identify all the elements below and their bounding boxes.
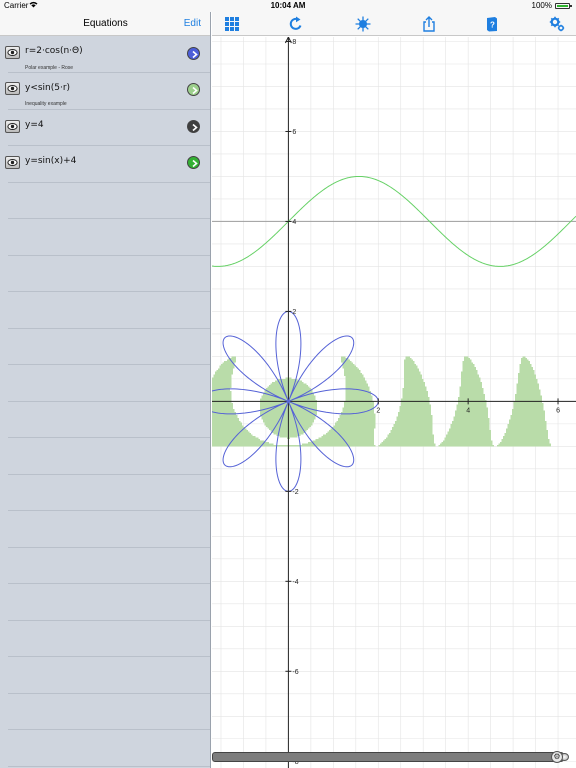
equation-subtitle: Inequality example — [25, 101, 67, 107]
list-divider — [8, 328, 210, 329]
list-divider — [8, 656, 210, 657]
y-tick-label: 8 — [292, 39, 296, 46]
equation-expression: y=sin(x)+4 — [25, 156, 77, 166]
equation-expression: y<sin(5·r) — [25, 83, 71, 93]
y-tick-label: 4 — [292, 219, 296, 226]
list-divider — [8, 255, 210, 256]
y-tick-label: -4 — [292, 579, 298, 586]
y-tick-label: -6 — [292, 669, 298, 676]
x-tick-label: 6 — [556, 407, 560, 414]
gear-icon[interactable]: ⚙ — [551, 751, 563, 763]
y-tick-label: -2 — [292, 489, 298, 496]
equations-header: Equations Edit — [0, 12, 210, 36]
list-divider — [8, 620, 210, 621]
clock: 10:04 AM — [270, 1, 306, 10]
equations-title: Equations — [83, 18, 128, 29]
zoom-fit-icon[interactable] — [355, 16, 371, 32]
equation-color-chevron-icon[interactable] — [187, 120, 200, 133]
graph-toolbar: ? — [212, 12, 576, 36]
equation-color-chevron-icon[interactable] — [187, 47, 200, 60]
list-divider — [8, 766, 210, 767]
list-divider — [8, 218, 210, 219]
equations-panel: Equations Edit r=2·cos(n·Θ) Polar exampl… — [0, 12, 211, 768]
eye-icon[interactable] — [5, 156, 20, 169]
equation-color-chevron-icon[interactable] — [187, 156, 200, 169]
eye-icon[interactable] — [5, 82, 20, 95]
parameter-slider[interactable] — [212, 752, 569, 762]
x-tick-label: 2 — [376, 407, 380, 414]
list-divider — [8, 729, 210, 730]
status-bar: Carrier 10:04 AM 100% — [0, 0, 576, 12]
x-tick-label: 4 — [466, 407, 470, 414]
equation-row-inequality[interactable]: y<sin(5·r) Inequality example — [0, 73, 210, 109]
graph-canvas[interactable]: 2 4 6 8 6 4 2 -2 -4 -6 -8 — [212, 37, 576, 768]
equation-row-line[interactable]: y=4 — [0, 109, 210, 145]
list-divider — [8, 437, 210, 438]
battery-icon — [555, 3, 572, 9]
help-book-icon[interactable]: ? — [484, 16, 500, 32]
list-divider — [8, 583, 210, 584]
edit-button[interactable]: Edit — [184, 18, 201, 29]
equation-color-chevron-icon[interactable] — [187, 83, 200, 96]
equation-expression: y=4 — [25, 120, 44, 130]
list-divider — [8, 291, 210, 292]
battery-percent: 100% — [531, 1, 552, 10]
equation-row-sine[interactable]: y=sin(x)+4 — [0, 145, 210, 181]
y-tick-label: 2 — [292, 309, 296, 316]
grid-menu-icon[interactable] — [224, 16, 240, 32]
svg-text:?: ? — [490, 21, 495, 30]
graph-plot: 2 4 68642-2-4-6-8 — [212, 37, 576, 768]
list-divider — [8, 401, 210, 402]
equation-expression: r=2·cos(n·Θ) — [25, 46, 83, 56]
eye-icon[interactable] — [5, 46, 20, 59]
equation-subtitle: Polar example - Rose — [25, 65, 74, 71]
list-divider — [8, 693, 210, 694]
equation-row-rose[interactable]: r=2·cos(n·Θ) Polar example - Rose — [0, 37, 210, 73]
list-divider — [8, 474, 210, 475]
refresh-icon[interactable] — [288, 16, 304, 32]
list-divider — [8, 182, 210, 183]
share-icon[interactable] — [421, 16, 437, 32]
eye-icon[interactable] — [5, 120, 20, 133]
list-divider — [8, 510, 210, 511]
list-divider — [8, 547, 210, 548]
y-tick-label: 6 — [292, 129, 296, 136]
list-divider — [8, 364, 210, 365]
settings-gears-icon[interactable] — [549, 16, 565, 32]
